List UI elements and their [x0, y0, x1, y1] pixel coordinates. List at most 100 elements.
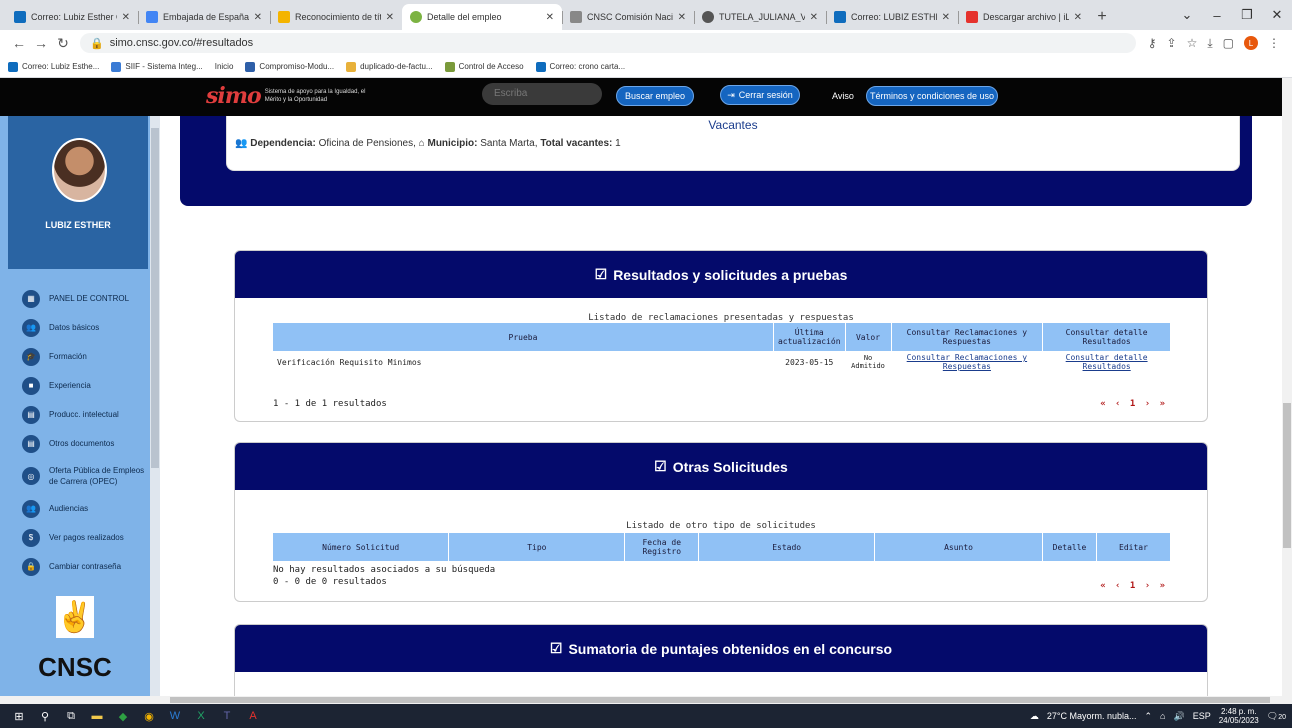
main-content: Vacantes 👥 Dependencia: Oficina de Pensi… [160, 116, 1282, 696]
cnsc-icon [570, 11, 582, 23]
minimize-button[interactable]: – [1202, 0, 1232, 30]
back-icon[interactable]: ← [8, 35, 30, 51]
store-icon[interactable]: ◆ [114, 707, 132, 725]
browser-tab[interactable]: CNSC Comisión Nacional d✕ [562, 4, 694, 30]
column-header: Prueba [273, 323, 774, 351]
close-icon[interactable]: ✕ [1074, 12, 1082, 23]
new-tab-button[interactable]: + [1090, 4, 1114, 30]
language-indicator[interactable]: ESP [1193, 711, 1211, 721]
sidebar-item-otros-documentos[interactable]: ▤ Otros documentos [22, 429, 154, 458]
chevron-up-icon[interactable]: ⌃ [1145, 711, 1153, 722]
close-icon[interactable]: ✕ [122, 12, 130, 23]
browser-tab[interactable]: Descargar archivo | iLoveP✕ [958, 4, 1090, 30]
page-scroll-thumb[interactable] [1283, 403, 1291, 548]
page-hscroll-thumb[interactable] [170, 697, 1270, 703]
column-header: Última actualización [773, 323, 846, 351]
sidebar-item-cambiar-contrasena[interactable]: 🔒 Cambiar contraseña [22, 552, 154, 581]
menu-icon[interactable]: ⋮ [1268, 36, 1280, 50]
excel-icon[interactable]: X [192, 707, 210, 725]
browser-tab[interactable]: Correo: LUBIZ ESTHER OJE✕ [826, 4, 958, 30]
bookmark-item[interactable]: Inicio [215, 62, 234, 71]
windows-taskbar: ⊞ ⚲ ⧉ ▬ ◆ ◉ W X T A ☁ 27°C Mayorm. nubla… [0, 704, 1292, 728]
bookmark-item[interactable]: duplicado-de-factu... [346, 61, 433, 72]
consultar-detalle-link[interactable]: Consultar detalle Resultados [1066, 353, 1148, 371]
bookmark-item[interactable]: Correo: crono carta... [535, 61, 625, 72]
browser-tab[interactable]: Embajada de España en Co✕ [138, 4, 270, 30]
results-caption: Listado de reclamaciones presentadas y r… [588, 313, 854, 323]
url-field[interactable]: 🔒 simo.cnsc.gov.co/#resultados [80, 33, 1136, 53]
chrome-icon[interactable]: ◉ [140, 707, 158, 725]
file-explorer-icon[interactable]: ▬ [88, 707, 106, 725]
system-tray: ☁ 27°C Mayorm. nubla... ⌃ ⌂ 🔊 ESP 2:48 p… [1030, 704, 1286, 728]
close-window-button[interactable]: ✕ [1262, 0, 1292, 30]
sidebar-item-panel-de-control[interactable]: ▦ PANEL DE CONTROL [22, 284, 154, 313]
sidebar-item-opec[interactable]: ◎ Oferta Pública de Empleos de Carrera (O… [22, 458, 154, 494]
sidebar-scrollbar[interactable] [150, 116, 160, 696]
column-header: Consultar detalle Resultados [1042, 323, 1171, 351]
close-icon[interactable]: ✕ [678, 12, 686, 23]
bookmark-item[interactable]: Control de Acceso [444, 61, 524, 72]
task-view-icon[interactable]: ⧉ [62, 707, 80, 725]
empty-message: No hay resultados asociados a su búsqued… [273, 565, 496, 575]
sidebar-item-produccion-intelectual[interactable]: ▤ Producc. intelectual [22, 400, 154, 429]
browser-tab-active[interactable]: Detalle del empleo ✕ [402, 4, 562, 30]
search-job-button[interactable]: Buscar empleo [616, 86, 694, 106]
column-header: Tipo [448, 533, 626, 561]
reload-icon[interactable]: ↻ [52, 35, 74, 52]
weather-text[interactable]: 27°C Mayorm. nubla... [1047, 711, 1137, 721]
star-icon[interactable]: ☆ [1187, 36, 1198, 50]
close-icon[interactable]: ✕ [942, 12, 950, 23]
page-horizontal-scrollbar[interactable] [0, 696, 1292, 704]
other-requests-count: 0 - 0 de 0 resultados [273, 577, 387, 587]
score-summary-section: ☑ Sumatoria de puntajes obtenidos en el c… [234, 624, 1208, 696]
browser-tab[interactable]: TUTELA_JULIANA_VALENC✕ [694, 4, 826, 30]
column-header: Editar [1096, 533, 1172, 561]
graduation-icon: 🎓 [22, 347, 40, 366]
acrobat-icon[interactable]: A [244, 707, 262, 725]
search-input[interactable]: Escriba [482, 83, 602, 105]
sidepanel-icon[interactable]: ▢ [1223, 36, 1234, 50]
maximize-button[interactable]: ❐ [1232, 0, 1262, 30]
close-icon[interactable]: ✕ [386, 12, 394, 23]
site-icon [245, 61, 256, 72]
close-icon[interactable]: ✕ [254, 12, 262, 23]
sidebar-scroll-thumb[interactable] [151, 128, 159, 468]
volume-icon[interactable]: 🔊 [1173, 711, 1184, 722]
key-icon[interactable]: ⚷ [1148, 36, 1157, 50]
pagination[interactable]: « ‹ 1 › » [1100, 581, 1167, 591]
sidebar-item-pagos[interactable]: $ Ver pagos realizados [22, 523, 154, 552]
bookmark-item[interactable]: Correo: Lubiz Esthe... [8, 61, 99, 72]
pagination[interactable]: « ‹ 1 › » [1100, 399, 1167, 409]
clock[interactable]: 2:48 p. m. 24/05/2023 [1219, 707, 1259, 725]
column-header: Detalle [1042, 533, 1097, 561]
bookmark-item[interactable]: SIIF - Sistema Integ... [111, 61, 203, 72]
terms-button[interactable]: Términos y condiciones de uso [866, 86, 998, 106]
page-vertical-scrollbar[interactable] [1282, 78, 1292, 696]
simo-logo[interactable]: simo Sistema de apoyo para la Igualdad, … [206, 83, 375, 109]
sidebar-item-audiencias[interactable]: 👥 Audiencias [22, 494, 154, 523]
aviso-link[interactable]: Aviso [832, 91, 854, 101]
search-icon[interactable]: ⚲ [36, 707, 54, 725]
sidebar-item-experiencia[interactable]: ■ Experiencia [22, 371, 154, 400]
share-icon[interactable]: ⇪ [1167, 36, 1177, 50]
browser-tab[interactable]: Correo: Lubiz Esther Ojeda✕ [6, 4, 138, 30]
other-requests-header: ☑ Otras Solicitudes [235, 443, 1207, 490]
bookmark-item[interactable]: Compromiso-Modu... [245, 61, 334, 72]
network-icon[interactable]: ⌂ [1160, 711, 1165, 721]
consultar-reclamaciones-link[interactable]: Consultar Reclamaciones y Respuestas [907, 353, 1027, 371]
close-icon[interactable]: ✕ [810, 12, 818, 23]
word-icon[interactable]: W [166, 707, 184, 725]
browser-tab[interactable]: Reconocimiento de títulos✕ [270, 4, 402, 30]
notifications-icon[interactable]: 🗨20 [1267, 711, 1286, 722]
tab-search-icon[interactable]: ⌄ [1172, 0, 1202, 30]
profile-avatar[interactable]: L [1244, 36, 1258, 50]
windows-start-icon[interactable]: ⊞ [10, 707, 28, 725]
forward-icon[interactable]: → [30, 35, 52, 51]
home-icon: ⌂ [418, 138, 425, 149]
sidebar-item-formacion[interactable]: 🎓 Formación [22, 342, 154, 371]
sidebar-item-datos-basicos[interactable]: 👥 Datos básicos [22, 313, 154, 342]
teams-icon[interactable]: T [218, 707, 236, 725]
logout-button[interactable]: ⇥ Cerrar sesión [720, 85, 800, 105]
download-icon[interactable]: ⤓ [1207, 36, 1212, 51]
close-icon[interactable]: ✕ [546, 12, 554, 23]
